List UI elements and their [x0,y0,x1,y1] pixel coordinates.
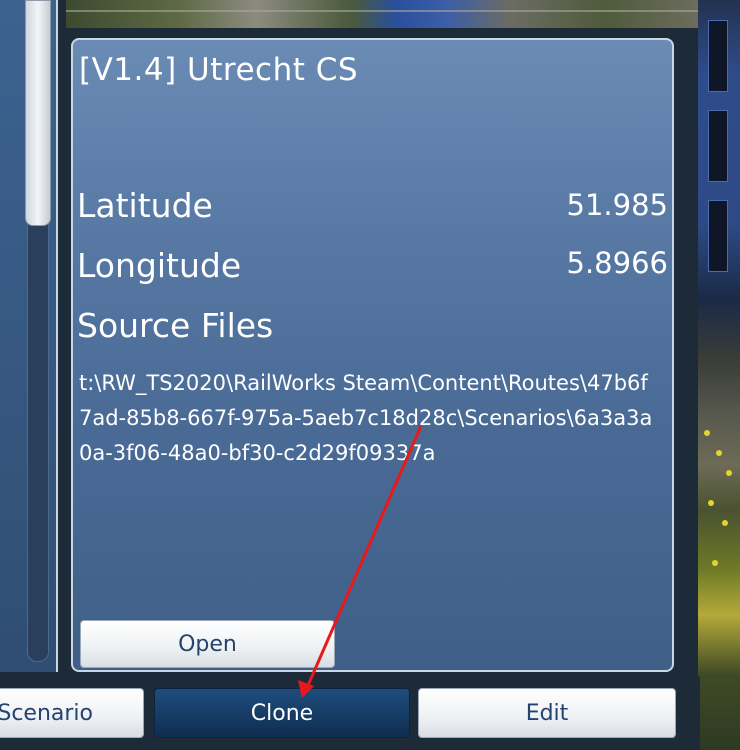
open-button[interactable]: Open [80,620,335,668]
edit-button[interactable]: Edit [418,688,676,738]
scenario-list-panel [0,0,58,672]
app-window: [V1.4] Utrecht CS Latitude 51.985 Longit… [0,0,740,750]
source-file-path: t:\RW_TS2020\RailWorks Steam\Content\Rou… [79,371,653,465]
scenario-button-label: Scenario [0,700,93,726]
source-files-label: Source Files [77,306,274,345]
scenario-button[interactable]: Scenario [0,688,144,738]
scenery-preview-right [698,0,740,750]
scenario-details-panel: [V1.4] Utrecht CS Latitude 51.985 Longit… [71,38,674,672]
longitude-value: 5.8966 [566,246,668,280]
latitude-value: 51.985 [566,188,668,222]
clone-button[interactable]: Clone [154,688,410,738]
scenery-preview-top [66,0,700,28]
scrollbar-thumb[interactable] [25,0,51,226]
latitude-label: Latitude [77,186,213,225]
longitude-label: Longitude [77,246,242,285]
scenario-title: [V1.4] Utrecht CS [79,52,359,88]
